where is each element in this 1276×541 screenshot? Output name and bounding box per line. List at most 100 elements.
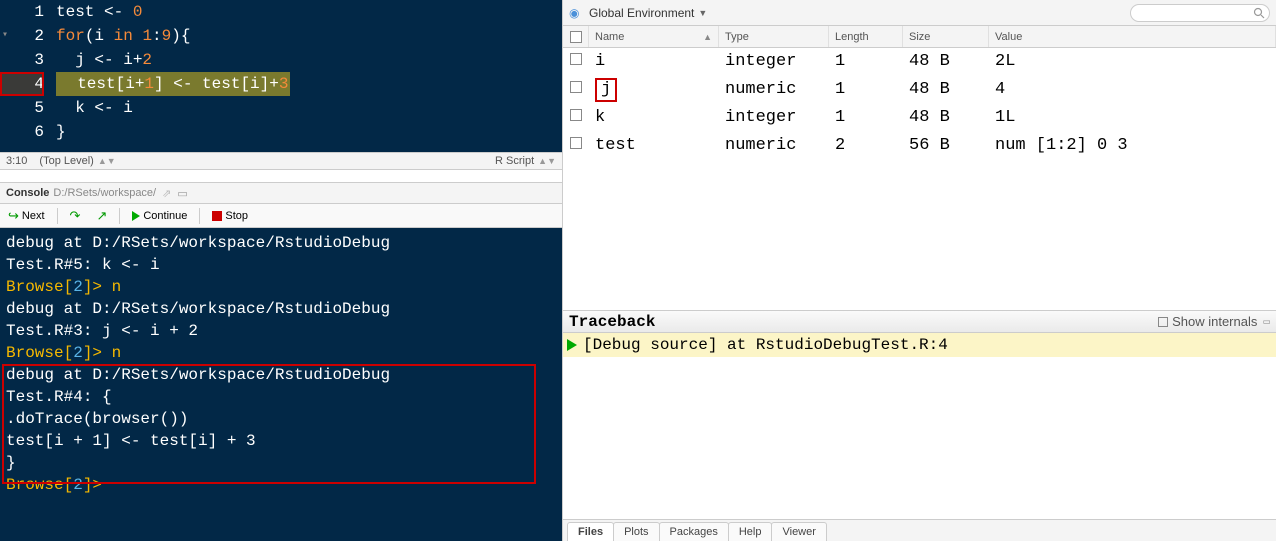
traceback-header: Traceback Show internals ▭ [563, 311, 1276, 333]
cursor-position: 3:10 [6, 155, 27, 167]
console-line: Browse[2]> n [6, 342, 556, 364]
traceback-pane: Traceback Show internals ▭ [Debug source… [563, 310, 1276, 357]
tab-files[interactable]: Files [567, 522, 614, 541]
console-pane: Console D:/RSets/workspace/ ⇗ ▭ ↪ Next ↷… [0, 182, 562, 541]
env-row-size: 48 B [903, 104, 989, 132]
debug-stop-button[interactable]: Stop [208, 208, 252, 224]
environment-scope-dropdown[interactable]: Global Environment ▼ [589, 6, 707, 20]
gutter-line[interactable]: 4 [0, 72, 44, 96]
traceback-title: Traceback [569, 313, 655, 331]
step-into-icon: ↪ [8, 208, 19, 224]
debug-step-out-button[interactable]: ↗ [92, 206, 111, 226]
env-row-size: 56 B [903, 132, 989, 160]
traceback-frame-text: [Debug source] at RstudioDebugTest.R:4 [583, 336, 948, 354]
step-over-icon: ↷ [70, 208, 81, 224]
env-col-size[interactable]: Size [903, 26, 989, 47]
tab-viewer[interactable]: Viewer [771, 522, 826, 541]
env-col-length[interactable]: Length [829, 26, 903, 47]
play-icon [132, 211, 140, 221]
pane-minimize-icon[interactable]: ▭ [177, 187, 187, 200]
sort-asc-icon: ▲ [703, 32, 712, 42]
env-row-length: 1 [829, 48, 903, 76]
env-row-checkbox[interactable] [563, 104, 589, 132]
console-title: Console [6, 187, 49, 199]
env-col-checkbox[interactable] [563, 26, 589, 47]
env-row-type: integer [719, 104, 829, 132]
env-col-value[interactable]: Value [989, 26, 1276, 47]
env-row-checkbox[interactable] [563, 48, 589, 76]
env-col-name[interactable]: Name▲ [589, 26, 719, 47]
gutter-line[interactable]: 3 [0, 48, 44, 72]
code-line[interactable]: k <- i [50, 96, 562, 120]
dropdown-caret-icon: ▼ [698, 8, 707, 18]
console-line: debug at D:/RSets/workspace/RstudioDebug [6, 298, 556, 320]
env-row[interactable]: iinteger148 B2L [563, 48, 1276, 76]
env-col-type[interactable]: Type [719, 26, 829, 47]
env-row-type: numeric [719, 132, 829, 160]
toolbar-separator [57, 208, 58, 224]
env-row-name: test [589, 132, 719, 160]
current-frame-arrow-icon [567, 339, 577, 351]
checkbox-icon [1158, 317, 1168, 327]
gutter-line[interactable]: 6 [0, 120, 44, 144]
gutter-line[interactable]: 2▾ [0, 24, 44, 48]
debug-toolbar: ↪ Next ↷ ↗ Continue Stop [0, 204, 562, 228]
debug-step-button[interactable]: ↷ [66, 206, 85, 226]
lang-arrows-icon: ▲▼ [538, 156, 556, 166]
env-row-value: num [1:2] 0 3 [989, 132, 1276, 160]
toolbar-separator [199, 208, 200, 224]
console-line: Test.R#3: j <- i + 2 [6, 320, 556, 342]
code-line[interactable]: for(i in 1:9){ [50, 24, 562, 48]
scope-indicator[interactable]: (Top Level) [39, 155, 93, 167]
editor-body[interactable]: 12▾3456 test <- 0for(i in 1:9){ j <- i+2… [0, 0, 562, 152]
code-line[interactable]: test <- 0 [50, 0, 562, 24]
env-row-type: integer [719, 48, 829, 76]
env-row-name: i [589, 48, 719, 76]
console-header: Console D:/RSets/workspace/ ⇗ ▭ [0, 182, 562, 204]
env-row-checkbox[interactable] [563, 132, 589, 160]
traceback-frame[interactable]: [Debug source] at RstudioDebugTest.R:4 [563, 333, 1276, 357]
tab-plots[interactable]: Plots [613, 522, 659, 541]
show-internals-toggle[interactable]: Show internals [1158, 314, 1257, 329]
source-editor: 12▾3456 test <- 0for(i in 1:9){ j <- i+2… [0, 0, 562, 170]
tab-help[interactable]: Help [728, 522, 773, 541]
scope-arrows-icon: ▲▼ [98, 156, 116, 166]
stop-icon [212, 211, 222, 221]
code-line[interactable]: } [50, 120, 562, 144]
env-row-name: j [589, 76, 719, 104]
env-row-length: 1 [829, 104, 903, 132]
code-line[interactable]: j <- i+2 [50, 48, 562, 72]
pane-minimize-icon[interactable]: ▭ [1263, 315, 1270, 329]
env-row-type: numeric [719, 76, 829, 104]
env-row-length: 2 [829, 132, 903, 160]
env-row-checkbox[interactable] [563, 76, 589, 104]
console-output[interactable]: debug at D:/RSets/workspace/RstudioDebug… [0, 228, 562, 541]
gutter-line[interactable]: 5 [0, 96, 44, 120]
env-row-value: 1L [989, 104, 1276, 132]
env-row[interactable]: jnumeric148 B4 [563, 76, 1276, 104]
env-row[interactable]: testnumeric256 Bnum [1:2] 0 3 [563, 132, 1276, 160]
console-expand-icon[interactable]: ⇗ [162, 187, 171, 200]
environment-table: iinteger148 B2Ljnumeric148 B4kinteger148… [563, 48, 1276, 160]
environment-header: Global Environment ▼ [563, 0, 1276, 26]
fold-icon[interactable]: ▾ [2, 24, 8, 48]
language-mode[interactable]: R Script [495, 155, 534, 167]
debug-continue-button[interactable]: Continue [128, 208, 191, 224]
editor-code[interactable]: test <- 0for(i in 1:9){ j <- i+2 test[i+… [50, 0, 562, 152]
env-row-value: 4 [989, 76, 1276, 104]
annotation-red-box [2, 364, 536, 484]
code-line[interactable]: test[i+1] <- test[i]+3 [50, 72, 562, 96]
env-row-name: k [589, 104, 719, 132]
environment-columns-header: Name▲ Type Length Size Value [563, 26, 1276, 48]
console-working-dir[interactable]: D:/RSets/workspace/ [53, 187, 156, 199]
environment-search-input[interactable] [1130, 4, 1270, 22]
editor-gutter[interactable]: 12▾3456 [0, 0, 50, 152]
debug-next-button[interactable]: ↪ Next [4, 206, 49, 226]
gutter-line[interactable]: 1 [0, 0, 44, 24]
step-out-icon: ↗ [96, 208, 107, 224]
env-row[interactable]: kinteger148 B1L [563, 104, 1276, 132]
env-row-value: 2L [989, 48, 1276, 76]
env-row-length: 1 [829, 76, 903, 104]
console-line: Test.R#5: k <- i [6, 254, 556, 276]
tab-packages[interactable]: Packages [659, 522, 729, 541]
